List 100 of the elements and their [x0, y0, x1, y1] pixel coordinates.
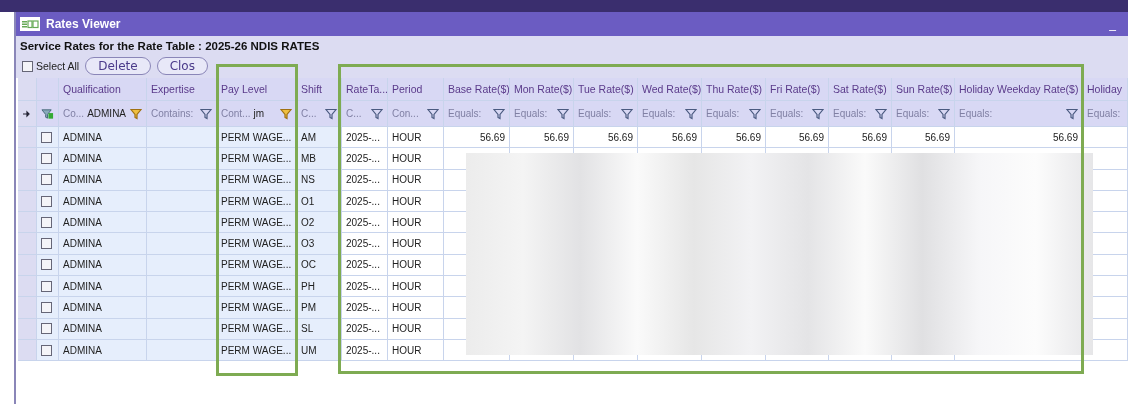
select-all-checkbox[interactable] — [22, 60, 33, 72]
filter-clear-icon[interactable] — [41, 107, 54, 120]
toolbar-button[interactable]: Clos — [156, 57, 208, 75]
filter-icon[interactable] — [493, 107, 505, 120]
table-cell: MB — [297, 148, 342, 170]
column-header[interactable]: Mon Rate($) — [510, 78, 574, 101]
row-checkbox[interactable] — [41, 152, 52, 164]
table-cell: PERM WAGE... — [217, 127, 297, 149]
table-cell — [147, 148, 217, 170]
table-cell: 2025-... — [342, 190, 388, 213]
filter-icon[interactable] — [325, 107, 337, 120]
window-title: Rates Viewer — [46, 17, 122, 31]
row-checkbox[interactable] — [41, 323, 52, 335]
table-cell — [147, 276, 217, 298]
pin-icon — [22, 109, 30, 118]
filter-icon[interactable] — [812, 107, 824, 120]
select-all-label[interactable]: Select All — [36, 60, 80, 72]
column-header[interactable]: Tue Rate($) — [574, 78, 638, 101]
filter-value[interactable]: ADMINA — [87, 108, 127, 119]
filter-icon[interactable] — [130, 107, 142, 120]
filter-icon[interactable] — [280, 107, 292, 120]
table-cell: HOUR — [388, 212, 444, 234]
row-checkbox[interactable] — [41, 174, 52, 186]
row-checkbox[interactable] — [41, 216, 52, 228]
table-cell: 56.69 — [955, 127, 1083, 149]
column-header[interactable]: Sun Rate($) — [892, 78, 955, 101]
row-checkbox[interactable] — [41, 195, 52, 207]
row-checkbox[interactable] — [41, 131, 52, 143]
column-header[interactable]: Fri Rate($) — [766, 78, 829, 101]
table-cell: ADMINA — [59, 276, 147, 298]
filter-icon[interactable] — [557, 107, 569, 120]
table-cell: 2025-... — [342, 318, 388, 340]
table-cell: HOUR — [388, 148, 444, 170]
filter-value[interactable]: jm — [253, 108, 277, 119]
table-cell: 2025-... — [342, 297, 388, 319]
table-cell: 56.69 — [638, 127, 702, 149]
column-header[interactable]: Base Rate($) — [444, 78, 510, 101]
table-cell: 56.69 — [829, 127, 892, 149]
filter-icon[interactable] — [938, 107, 950, 120]
filter-icon[interactable] — [1066, 107, 1078, 120]
table-cell: AM — [297, 127, 342, 149]
column-header[interactable]: Shift — [297, 78, 342, 101]
table-cell: PERM WAGE... — [217, 212, 297, 234]
table-cell: ADMINA — [59, 297, 147, 319]
filter-icon[interactable] — [371, 107, 383, 120]
table-cell: ADMINA — [59, 212, 147, 234]
app-logo-icon — [20, 17, 40, 31]
table-cell — [147, 339, 217, 362]
table-cell: 56.69 — [702, 127, 766, 149]
filter-icon[interactable] — [621, 107, 633, 120]
table-cell: HOUR — [388, 339, 444, 362]
filter-icon[interactable] — [685, 107, 697, 120]
column-header[interactable]: Sat Rate($) — [829, 78, 892, 101]
column-header[interactable]: Qualification — [59, 78, 147, 101]
row-checkbox[interactable] — [41, 238, 52, 250]
column-header[interactable]: Wed Rate($) — [638, 78, 702, 101]
row-checkbox[interactable] — [41, 259, 52, 271]
column-header[interactable]: Period — [388, 78, 444, 101]
table-cell: 56.69 — [574, 127, 638, 149]
filter-icon[interactable] — [427, 107, 439, 120]
table-cell — [147, 318, 217, 340]
table-cell: 2025-... — [342, 254, 388, 277]
toolbar-button[interactable]: Delete — [85, 57, 151, 75]
table-cell — [147, 254, 217, 277]
table-cell: HOUR — [388, 254, 444, 277]
table-cell: ADMINA — [59, 169, 147, 191]
column-header[interactable]: RateTa... — [342, 78, 388, 101]
table-cell: 2025-... — [342, 212, 388, 234]
table-cell: O3 — [297, 233, 342, 255]
table-cell: PERM WAGE... — [217, 276, 297, 298]
table-cell — [147, 190, 217, 213]
table-cell: 2025-... — [342, 233, 388, 255]
table-cell — [147, 233, 217, 255]
table-cell: HOUR — [388, 276, 444, 298]
column-header[interactable]: Thu Rate($) — [702, 78, 766, 101]
column-header[interactable]: Holiday — [1083, 78, 1128, 101]
table-cell: PERM WAGE... — [217, 297, 297, 319]
table-cell: 2025-... — [342, 127, 388, 149]
table-cell: HOUR — [388, 127, 444, 149]
table-cell: HOUR — [388, 233, 444, 255]
table-cell: 2025-... — [342, 339, 388, 362]
table-cell: HOUR — [388, 297, 444, 319]
table-cell: PH — [297, 276, 342, 298]
table-cell — [147, 169, 217, 191]
table-cell: HOUR — [388, 190, 444, 213]
column-header[interactable]: Holiday Weekday Rate($) — [955, 78, 1083, 101]
table-cell: HOUR — [388, 169, 444, 191]
row-checkbox[interactable] — [41, 344, 52, 356]
row-checkbox[interactable] — [41, 302, 52, 313]
table-cell: ADMINA — [59, 318, 147, 340]
table-cell: HOUR — [388, 318, 444, 340]
table-cell: O2 — [297, 212, 342, 234]
column-header[interactable]: Pay Level — [217, 78, 297, 101]
row-checkbox[interactable] — [41, 280, 52, 292]
table-cell: ADMINA — [59, 233, 147, 255]
minimize-button[interactable]: _ — [1103, 17, 1122, 31]
column-header[interactable]: Expertise — [147, 78, 217, 101]
filter-icon[interactable] — [749, 107, 761, 120]
filter-icon[interactable] — [875, 107, 887, 120]
filter-icon[interactable] — [200, 107, 212, 120]
